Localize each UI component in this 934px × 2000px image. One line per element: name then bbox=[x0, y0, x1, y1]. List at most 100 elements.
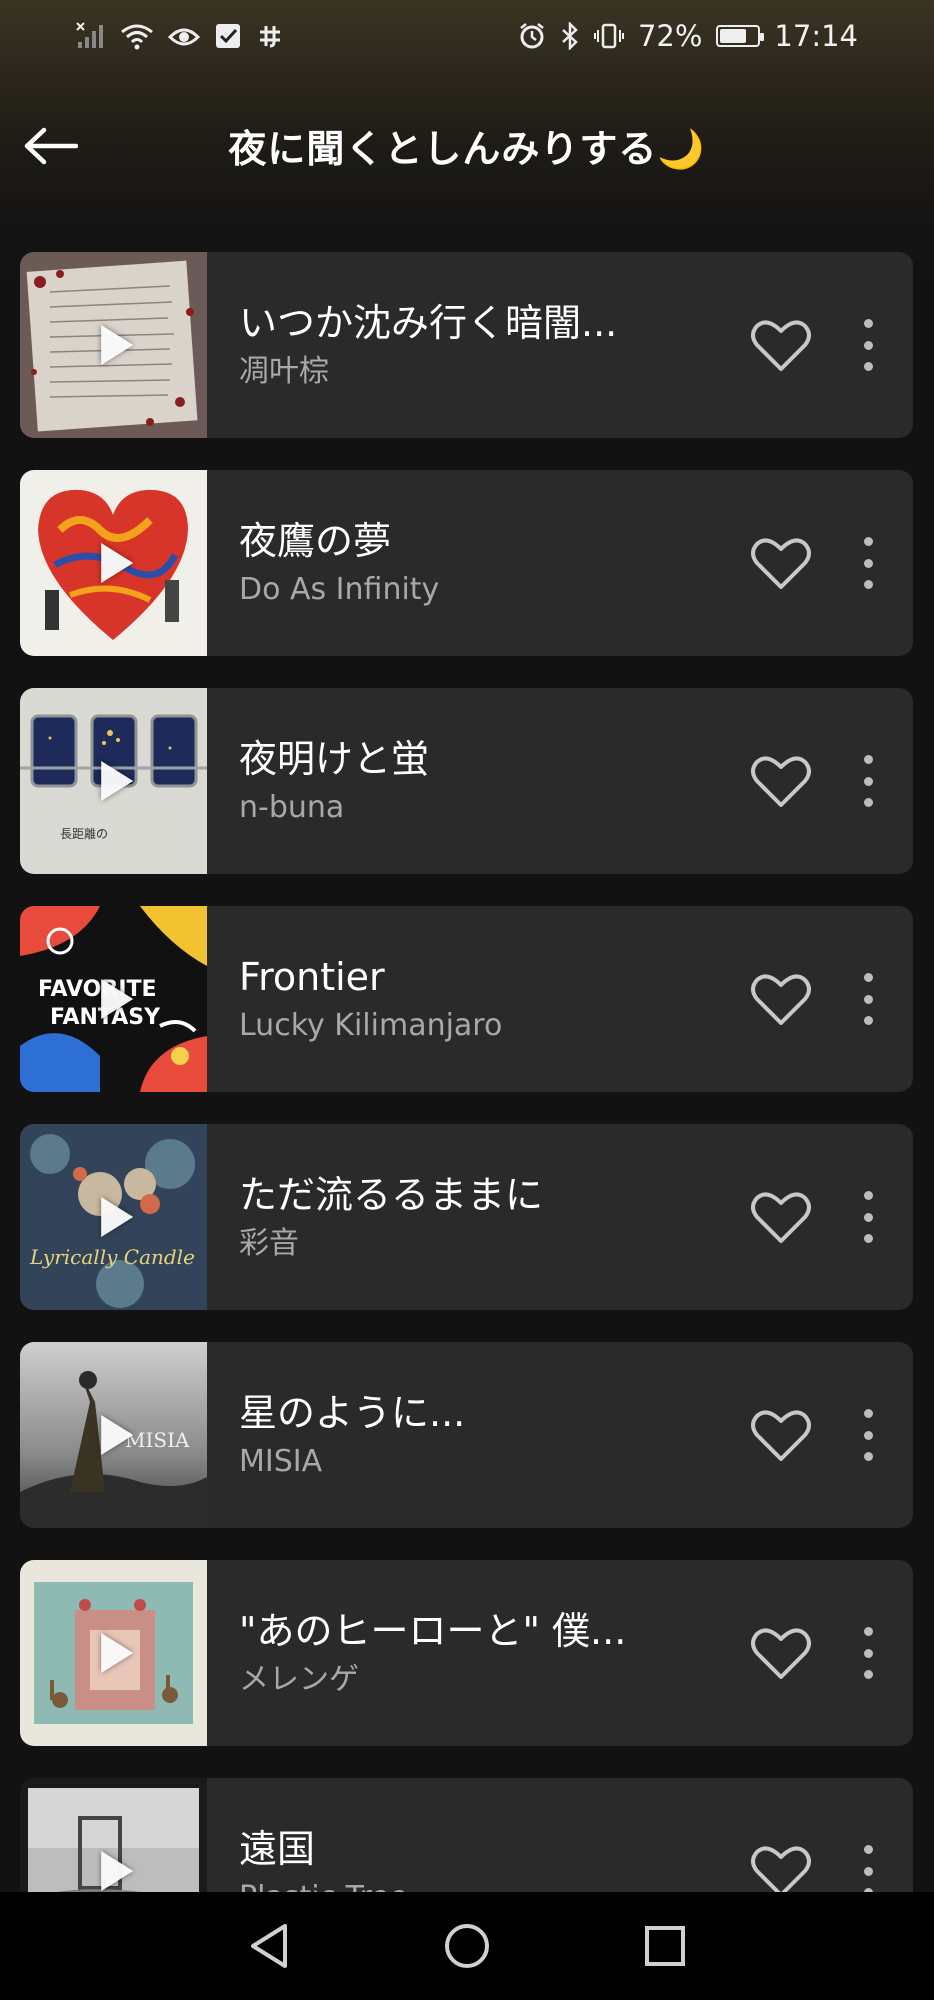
more-dot-icon bbox=[863, 1866, 873, 1876]
play-icon bbox=[100, 1851, 133, 1891]
more-dot-icon bbox=[863, 558, 873, 568]
status-left bbox=[76, 21, 284, 51]
svg-text:MISIA: MISIA bbox=[125, 1428, 190, 1452]
battery-icon bbox=[716, 25, 765, 47]
like-button[interactable] bbox=[749, 313, 813, 377]
more-options-button[interactable] bbox=[853, 749, 883, 813]
more-dot-icon bbox=[863, 580, 873, 589]
track-title: 遠国 bbox=[239, 1826, 316, 1871]
track-title: "あのヒーローと" 僕... bbox=[239, 1608, 627, 1653]
more-options-button[interactable] bbox=[853, 1185, 883, 1249]
track-title: 夜明けと蛍 bbox=[239, 736, 430, 781]
track-item[interactable]: Lyrically Candle ただ流るるままに 彩音 bbox=[20, 1124, 913, 1310]
bluetooth-icon bbox=[560, 21, 580, 51]
svg-text:FAVORITE: FAVORITE bbox=[38, 977, 157, 1002]
album-cover[interactable]: Lyrically Candle bbox=[20, 1124, 207, 1310]
status-bar: 72% 17:14 bbox=[0, 0, 934, 72]
alarm-icon bbox=[518, 21, 546, 51]
more-dot-icon bbox=[863, 362, 873, 371]
album-cover[interactable] bbox=[20, 252, 207, 438]
more-dot-icon bbox=[863, 1234, 873, 1243]
triangle-back-icon bbox=[251, 1924, 287, 1968]
battery-level bbox=[720, 29, 747, 43]
nav-back-button[interactable] bbox=[239, 1916, 299, 1976]
more-options-button[interactable] bbox=[853, 1403, 883, 1467]
svg-text:Lyrically Candle: Lyrically Candle bbox=[29, 1245, 195, 1269]
more-dot-icon bbox=[863, 1430, 873, 1440]
wifi-icon bbox=[120, 21, 154, 51]
album-cover[interactable] bbox=[20, 470, 207, 656]
album-cover[interactable]: 長距離の bbox=[20, 688, 207, 874]
like-button[interactable] bbox=[749, 1185, 813, 1249]
track-list: いつか沈み行く暗闇... 凋叶棕 夜鷹の夢 Do As Infinity 長距離… bbox=[20, 252, 913, 1996]
more-dot-icon bbox=[863, 1648, 873, 1658]
like-button[interactable] bbox=[749, 749, 813, 813]
nav-home-button[interactable] bbox=[437, 1916, 497, 1976]
app-icon bbox=[256, 21, 284, 51]
like-button[interactable] bbox=[749, 1621, 813, 1685]
play-icon bbox=[100, 1197, 133, 1237]
more-dot-icon bbox=[863, 1191, 873, 1200]
track-title: ただ流るるままに bbox=[239, 1172, 544, 1217]
more-dot-icon bbox=[863, 537, 873, 546]
track-item[interactable]: いつか沈み行く暗闇... 凋叶棕 bbox=[20, 252, 913, 438]
heart-outline-icon bbox=[751, 756, 811, 807]
track-item[interactable]: 夜鷹の夢 Do As Infinity bbox=[20, 470, 913, 656]
more-dot-icon bbox=[863, 1452, 873, 1461]
more-options-button[interactable] bbox=[853, 1621, 883, 1685]
screen: 72% 17:14 夜に聞くとしんみりする🌙 いつか沈み行く暗闇... 凋叶棕 … bbox=[0, 0, 934, 2000]
track-item[interactable]: FAVORITE FANTASY Frontier Lucky Kilimanj… bbox=[20, 906, 913, 1092]
more-options-button[interactable] bbox=[853, 531, 883, 595]
header: 夜に聞くとしんみりする🌙 bbox=[0, 100, 934, 190]
more-dot-icon bbox=[863, 973, 873, 982]
vibrate-icon bbox=[593, 21, 624, 51]
more-dot-icon bbox=[863, 1670, 873, 1679]
play-icon bbox=[100, 979, 133, 1019]
more-dot-icon bbox=[863, 994, 873, 1004]
more-dot-icon bbox=[863, 755, 873, 764]
heart-outline-icon bbox=[751, 1410, 811, 1461]
more-dot-icon bbox=[863, 340, 873, 350]
like-button[interactable] bbox=[749, 1403, 813, 1467]
navigation-bar bbox=[0, 1892, 934, 2000]
heart-outline-icon bbox=[751, 320, 811, 371]
more-dot-icon bbox=[863, 319, 873, 328]
play-icon bbox=[100, 1633, 133, 1673]
track-title: いつか沈み行く暗闇... bbox=[239, 300, 618, 345]
more-dot-icon bbox=[863, 1627, 873, 1636]
like-button[interactable] bbox=[749, 967, 813, 1031]
svg-text:長距離の: 長距離の bbox=[60, 827, 108, 841]
more-dot-icon bbox=[863, 798, 873, 807]
no-signal-icon bbox=[76, 21, 106, 51]
track-title: Frontier bbox=[239, 954, 385, 999]
more-options-button[interactable] bbox=[853, 313, 883, 377]
heart-outline-icon bbox=[751, 974, 811, 1025]
more-dot-icon bbox=[863, 1016, 873, 1025]
play-icon bbox=[100, 543, 133, 583]
heart-outline-icon bbox=[751, 1192, 811, 1243]
play-icon bbox=[100, 325, 133, 365]
album-cover[interactable]: FAVORITE FANTASY bbox=[20, 906, 207, 1092]
track-title: 夜鷹の夢 bbox=[239, 518, 392, 563]
clock: 17:14 bbox=[774, 19, 858, 53]
circle-home-icon bbox=[445, 1924, 489, 1968]
nav-recents-button[interactable] bbox=[635, 1916, 695, 1976]
more-dot-icon bbox=[863, 1845, 873, 1854]
square-recents-icon bbox=[645, 1926, 685, 1966]
play-icon bbox=[100, 761, 133, 801]
check-box-icon bbox=[214, 21, 242, 51]
like-button[interactable] bbox=[749, 531, 813, 595]
eye-icon bbox=[168, 21, 200, 51]
more-options-button[interactable] bbox=[853, 967, 883, 1031]
heart-outline-icon bbox=[751, 1846, 811, 1897]
heart-outline-icon bbox=[751, 538, 811, 589]
track-title: 星のように... bbox=[239, 1390, 466, 1435]
more-dot-icon bbox=[863, 1409, 873, 1418]
album-cover[interactable]: MISIA bbox=[20, 1342, 207, 1528]
album-cover[interactable] bbox=[20, 1560, 207, 1746]
track-item[interactable]: "あのヒーローと" 僕... メレンゲ bbox=[20, 1560, 913, 1746]
track-item[interactable]: 長距離の 夜明けと蛍 n-buna bbox=[20, 688, 913, 874]
track-item[interactable]: MISIA 星のように... MISIA bbox=[20, 1342, 913, 1528]
play-icon bbox=[100, 1415, 133, 1455]
more-dot-icon bbox=[863, 776, 873, 786]
